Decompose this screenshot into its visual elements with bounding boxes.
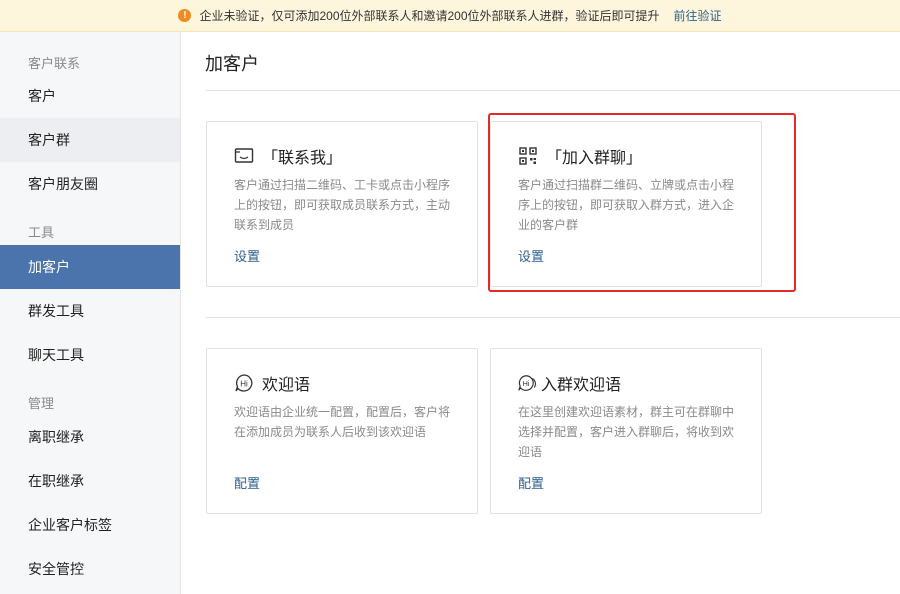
sidebar-item-customers[interactable]: 客户 bbox=[0, 74, 180, 118]
svg-text:Hi: Hi bbox=[240, 380, 248, 389]
card-title: 欢迎语 bbox=[262, 377, 311, 394]
verification-banner: ! 企业未验证，仅可添加200位外部联系人和邀请200位外部联系人进群，验证后即… bbox=[0, 0, 900, 32]
welcome-message-config-link[interactable]: 配置 bbox=[234, 473, 260, 492]
contact-me-card: 「联系我」 客户通过扫描二维码、工卡或点击小程序上的按钮，即可获取成员联系方式，… bbox=[206, 121, 478, 287]
card-description: 客户通过扫描二维码、工卡或点击小程序上的按钮，即可获取成员联系方式，主动联系到成… bbox=[234, 178, 451, 232]
group-welcome-config-link[interactable]: 配置 bbox=[518, 473, 544, 492]
card-description: 客户通过扫描群二维码、立牌或点击小程序上的按钮，即可获取入群方式，进入企业的客户… bbox=[518, 178, 735, 232]
verify-link[interactable]: 前往验证 bbox=[674, 7, 722, 24]
sidebar-group-title: 管理 bbox=[28, 396, 55, 411]
svg-text:Hi: Hi bbox=[523, 379, 530, 388]
contact-me-setup-link[interactable]: 设置 bbox=[234, 246, 260, 265]
card-header: Hi 欢迎语 bbox=[234, 371, 310, 395]
group-welcome-message-card: Hi 入群欢迎语 在这里创建欢迎语素材，群主可在群聊中选择并配置，客户进入群聊后… bbox=[490, 348, 762, 514]
qr-code-icon bbox=[518, 146, 538, 166]
card-header: 「加入群聊」 bbox=[518, 144, 642, 168]
card-title: 「加入群聊」 bbox=[546, 150, 643, 167]
sidebar-item-moments[interactable]: 客户朋友圈 bbox=[0, 162, 180, 206]
sidebar-item-resigned-transfer[interactable]: 离职继承 bbox=[0, 415, 180, 459]
card-title: 入群欢迎语 bbox=[541, 377, 622, 394]
card-header: Hi 入群欢迎语 bbox=[517, 371, 621, 395]
banner-text: 企业未验证，仅可添加200位外部联系人和邀请200位外部联系人进群，验证后即可提… bbox=[199, 9, 660, 23]
card-title: 「联系我」 bbox=[262, 150, 343, 167]
sidebar-group-title: 工具 bbox=[28, 225, 55, 240]
sidebar: 客户联系 客户 客户群 客户朋友圈 工具 加客户 群发工具 聊天工具 管理 离职… bbox=[0, 32, 181, 594]
page-title: 加客户 bbox=[205, 54, 259, 74]
card-description: 在这里创建欢迎语素材，群主可在群聊中选择并配置，客户进入群聊后，将收到欢迎语 bbox=[518, 405, 735, 459]
join-group-setup-link[interactable]: 设置 bbox=[518, 246, 544, 265]
divider bbox=[206, 90, 900, 91]
sidebar-item-active-transfer[interactable]: 在职继承 bbox=[0, 459, 180, 503]
main-content: 加客户 「联系我」 客户通过扫描二维码、工卡或点击小程序上的按钮，即可获取成员联… bbox=[181, 32, 900, 594]
card-description: 欢迎语由企业统一配置，配置后，客户将在添加成员为联系人后收到该欢迎语 bbox=[234, 405, 451, 439]
sidebar-item-mass-messaging[interactable]: 群发工具 bbox=[0, 289, 180, 333]
contact-card-icon bbox=[234, 146, 254, 166]
warning-icon: ! bbox=[178, 9, 192, 22]
sidebar-item-customer-groups[interactable]: 客户群 bbox=[0, 118, 180, 162]
sidebar-item-chat-tools[interactable]: 聊天工具 bbox=[0, 333, 180, 377]
hi-group-bubble-icon: Hi bbox=[517, 373, 537, 393]
divider bbox=[206, 317, 900, 318]
card-header: 「联系我」 bbox=[234, 144, 342, 168]
join-group-card: 「加入群聊」 客户通过扫描群二维码、立牌或点击小程序上的按钮，即可获取入群方式，… bbox=[490, 121, 762, 287]
sidebar-item-customer-tags[interactable]: 企业客户标签 bbox=[0, 503, 180, 547]
sidebar-group-title: 客户联系 bbox=[28, 56, 81, 71]
sidebar-item-add-customer[interactable]: 加客户 bbox=[0, 245, 180, 289]
welcome-message-card: Hi 欢迎语 欢迎语由企业统一配置，配置后，客户将在添加成员为联系人后收到该欢迎… bbox=[206, 348, 478, 514]
hi-bubble-icon: Hi bbox=[234, 373, 254, 393]
sidebar-item-security[interactable]: 安全管控 bbox=[0, 547, 180, 591]
